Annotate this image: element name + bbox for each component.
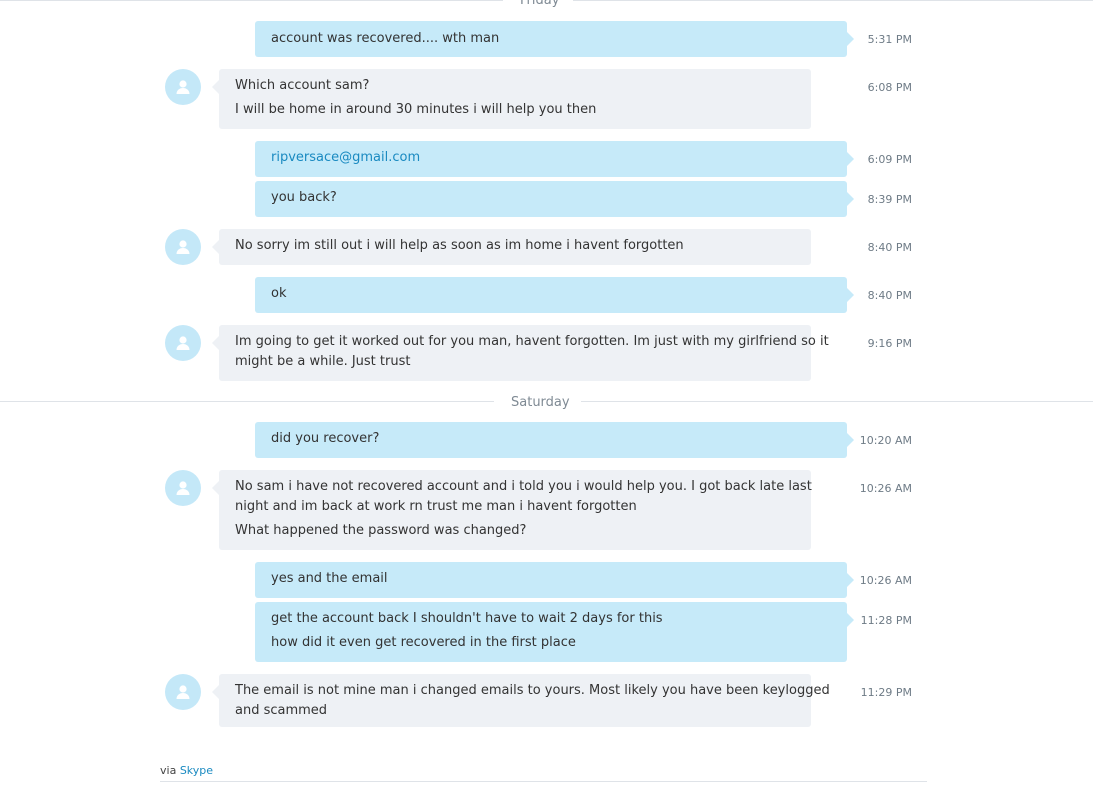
message-bubble-outgoing[interactable]: you back? [255, 181, 854, 217]
day-label-saturday: Saturday [494, 395, 581, 411]
message-timestamp: 9:16 PM [867, 337, 912, 350]
skype-link[interactable]: Skype [180, 764, 213, 777]
avatar[interactable] [165, 69, 201, 105]
message-timestamp: 10:26 AM [859, 482, 912, 495]
message-bubble-incoming[interactable]: No sorry im still out i will help as soo… [212, 229, 811, 265]
message-text: account was recovered.... wth man [271, 31, 500, 46]
person-icon [176, 240, 190, 254]
message-text: did you recover? [271, 431, 380, 446]
avatar[interactable] [165, 470, 201, 506]
message-text: Im going to get it worked out for you ma… [235, 334, 829, 349]
message-bubble-incoming[interactable]: Im going to get it worked out for you ma… [212, 325, 829, 381]
message-timestamp: 11:28 PM [860, 614, 912, 627]
message-text: yes and the email [271, 571, 388, 586]
message-text: might be a while. Just trust [235, 354, 411, 369]
message-text: you back? [271, 190, 337, 205]
message-text: No sam i have not recovered account and … [235, 479, 812, 494]
message-bubble-incoming[interactable]: Which account sam? I will be home in aro… [212, 69, 811, 129]
message-timestamp: 8:39 PM [867, 193, 912, 206]
message-timestamp: 11:29 PM [860, 686, 912, 699]
message-text: What happened the password was changed? [235, 523, 527, 538]
person-icon [176, 336, 190, 350]
email-link[interactable]: ripversace@gmail.com [271, 148, 831, 168]
message-timestamp: 8:40 PM [867, 241, 912, 254]
avatar[interactable] [165, 229, 201, 265]
person-icon [176, 80, 190, 94]
message-bubble-outgoing[interactable]: get the account back I shouldn't have to… [255, 602, 854, 662]
message-timestamp: 6:09 PM [867, 153, 912, 166]
footer-divider [160, 781, 927, 782]
message-timestamp: 8:40 PM [867, 289, 912, 302]
message-bubble-outgoing[interactable]: account was recovered.... wth man [255, 21, 854, 57]
footer-via-text: via [160, 764, 177, 777]
message-timestamp: 6:08 PM [867, 81, 912, 94]
message-text: how did it even get recovered in the fir… [271, 635, 576, 650]
message-bubble-outgoing[interactable]: yes and the email [255, 562, 854, 598]
message-timestamp: 5:31 PM [867, 33, 912, 46]
person-icon [176, 481, 190, 495]
person-icon [176, 685, 190, 699]
message-text: ok [271, 286, 287, 301]
message-text: get the account back I shouldn't have to… [271, 611, 663, 626]
message-text: The email is not mine man i changed emai… [235, 683, 830, 698]
message-bubble-incoming[interactable]: The email is not mine man i changed emai… [212, 674, 830, 727]
message-bubble-outgoing[interactable]: ok [255, 277, 854, 313]
message-bubble-outgoing[interactable]: did you recover? [255, 422, 854, 458]
avatar[interactable] [165, 325, 201, 361]
day-label-friday: Friday [503, 0, 573, 9]
avatar[interactable] [165, 674, 201, 710]
message-text: No sorry im still out i will help as soo… [235, 238, 684, 253]
message-timestamp: 10:20 AM [859, 434, 912, 447]
message-timestamp: 10:26 AM [859, 574, 912, 587]
message-text: Which account sam? [235, 78, 370, 93]
message-bubble-incoming[interactable]: No sam i have not recovered account and … [212, 470, 812, 550]
message-text: and scammed [235, 703, 328, 718]
footer-attribution: via Skype [160, 764, 213, 777]
message-bubble-outgoing[interactable]: ripversace@gmail.com [255, 141, 854, 177]
message-text: I will be home in around 30 minutes i wi… [235, 102, 597, 117]
message-text: night and im back at work rn trust me ma… [235, 499, 637, 514]
